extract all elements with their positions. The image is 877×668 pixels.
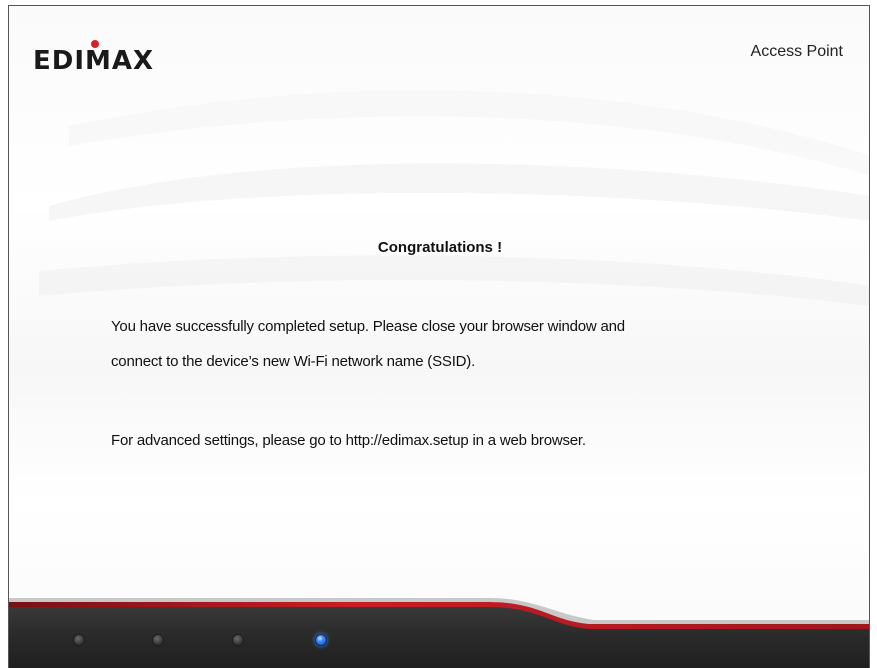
- success-message-line-1: You have successfully completed setup. P…: [111, 318, 625, 335]
- logo-red-dot: [91, 40, 99, 48]
- progress-step-1-indicator: [73, 634, 85, 646]
- advanced-settings-message: For advanced settings, please go to http…: [111, 432, 586, 449]
- product-label: Access Point: [750, 43, 843, 60]
- logo-text: EDIMAX: [33, 46, 154, 74]
- page-title: Congratulations !: [377, 239, 503, 256]
- background-swoosh: [39, 90, 869, 306]
- footer-bar: [9, 598, 869, 668]
- progress-step-4-indicator: [315, 634, 327, 646]
- progress-step-3-indicator: [232, 634, 244, 646]
- setup-wizard-window: EDIMAX Access Point Congratulations ! Yo…: [8, 5, 870, 668]
- edimax-logo: EDIMAX: [33, 40, 154, 74]
- success-message-line-2: connect to the device’s new Wi-Fi networ…: [111, 353, 476, 370]
- progress-step-2-indicator: [152, 634, 164, 646]
